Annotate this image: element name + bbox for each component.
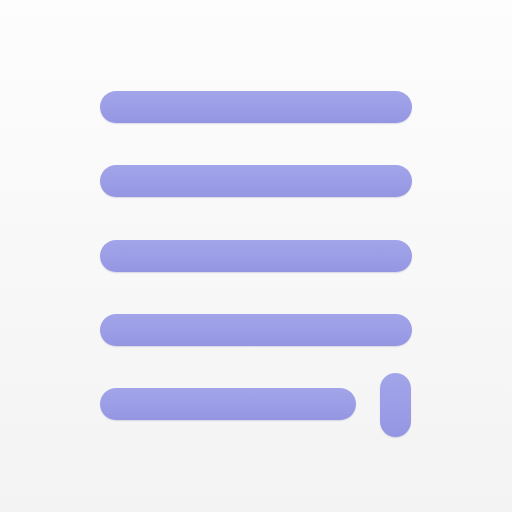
text-line-4: [100, 314, 412, 346]
text-document-cursor-icon: [0, 0, 512, 512]
text-line-1: [100, 91, 412, 123]
text-line-2: [100, 165, 412, 197]
text-cursor-icon: [380, 373, 411, 437]
text-line-5: [100, 388, 356, 420]
text-line-3: [100, 240, 412, 272]
